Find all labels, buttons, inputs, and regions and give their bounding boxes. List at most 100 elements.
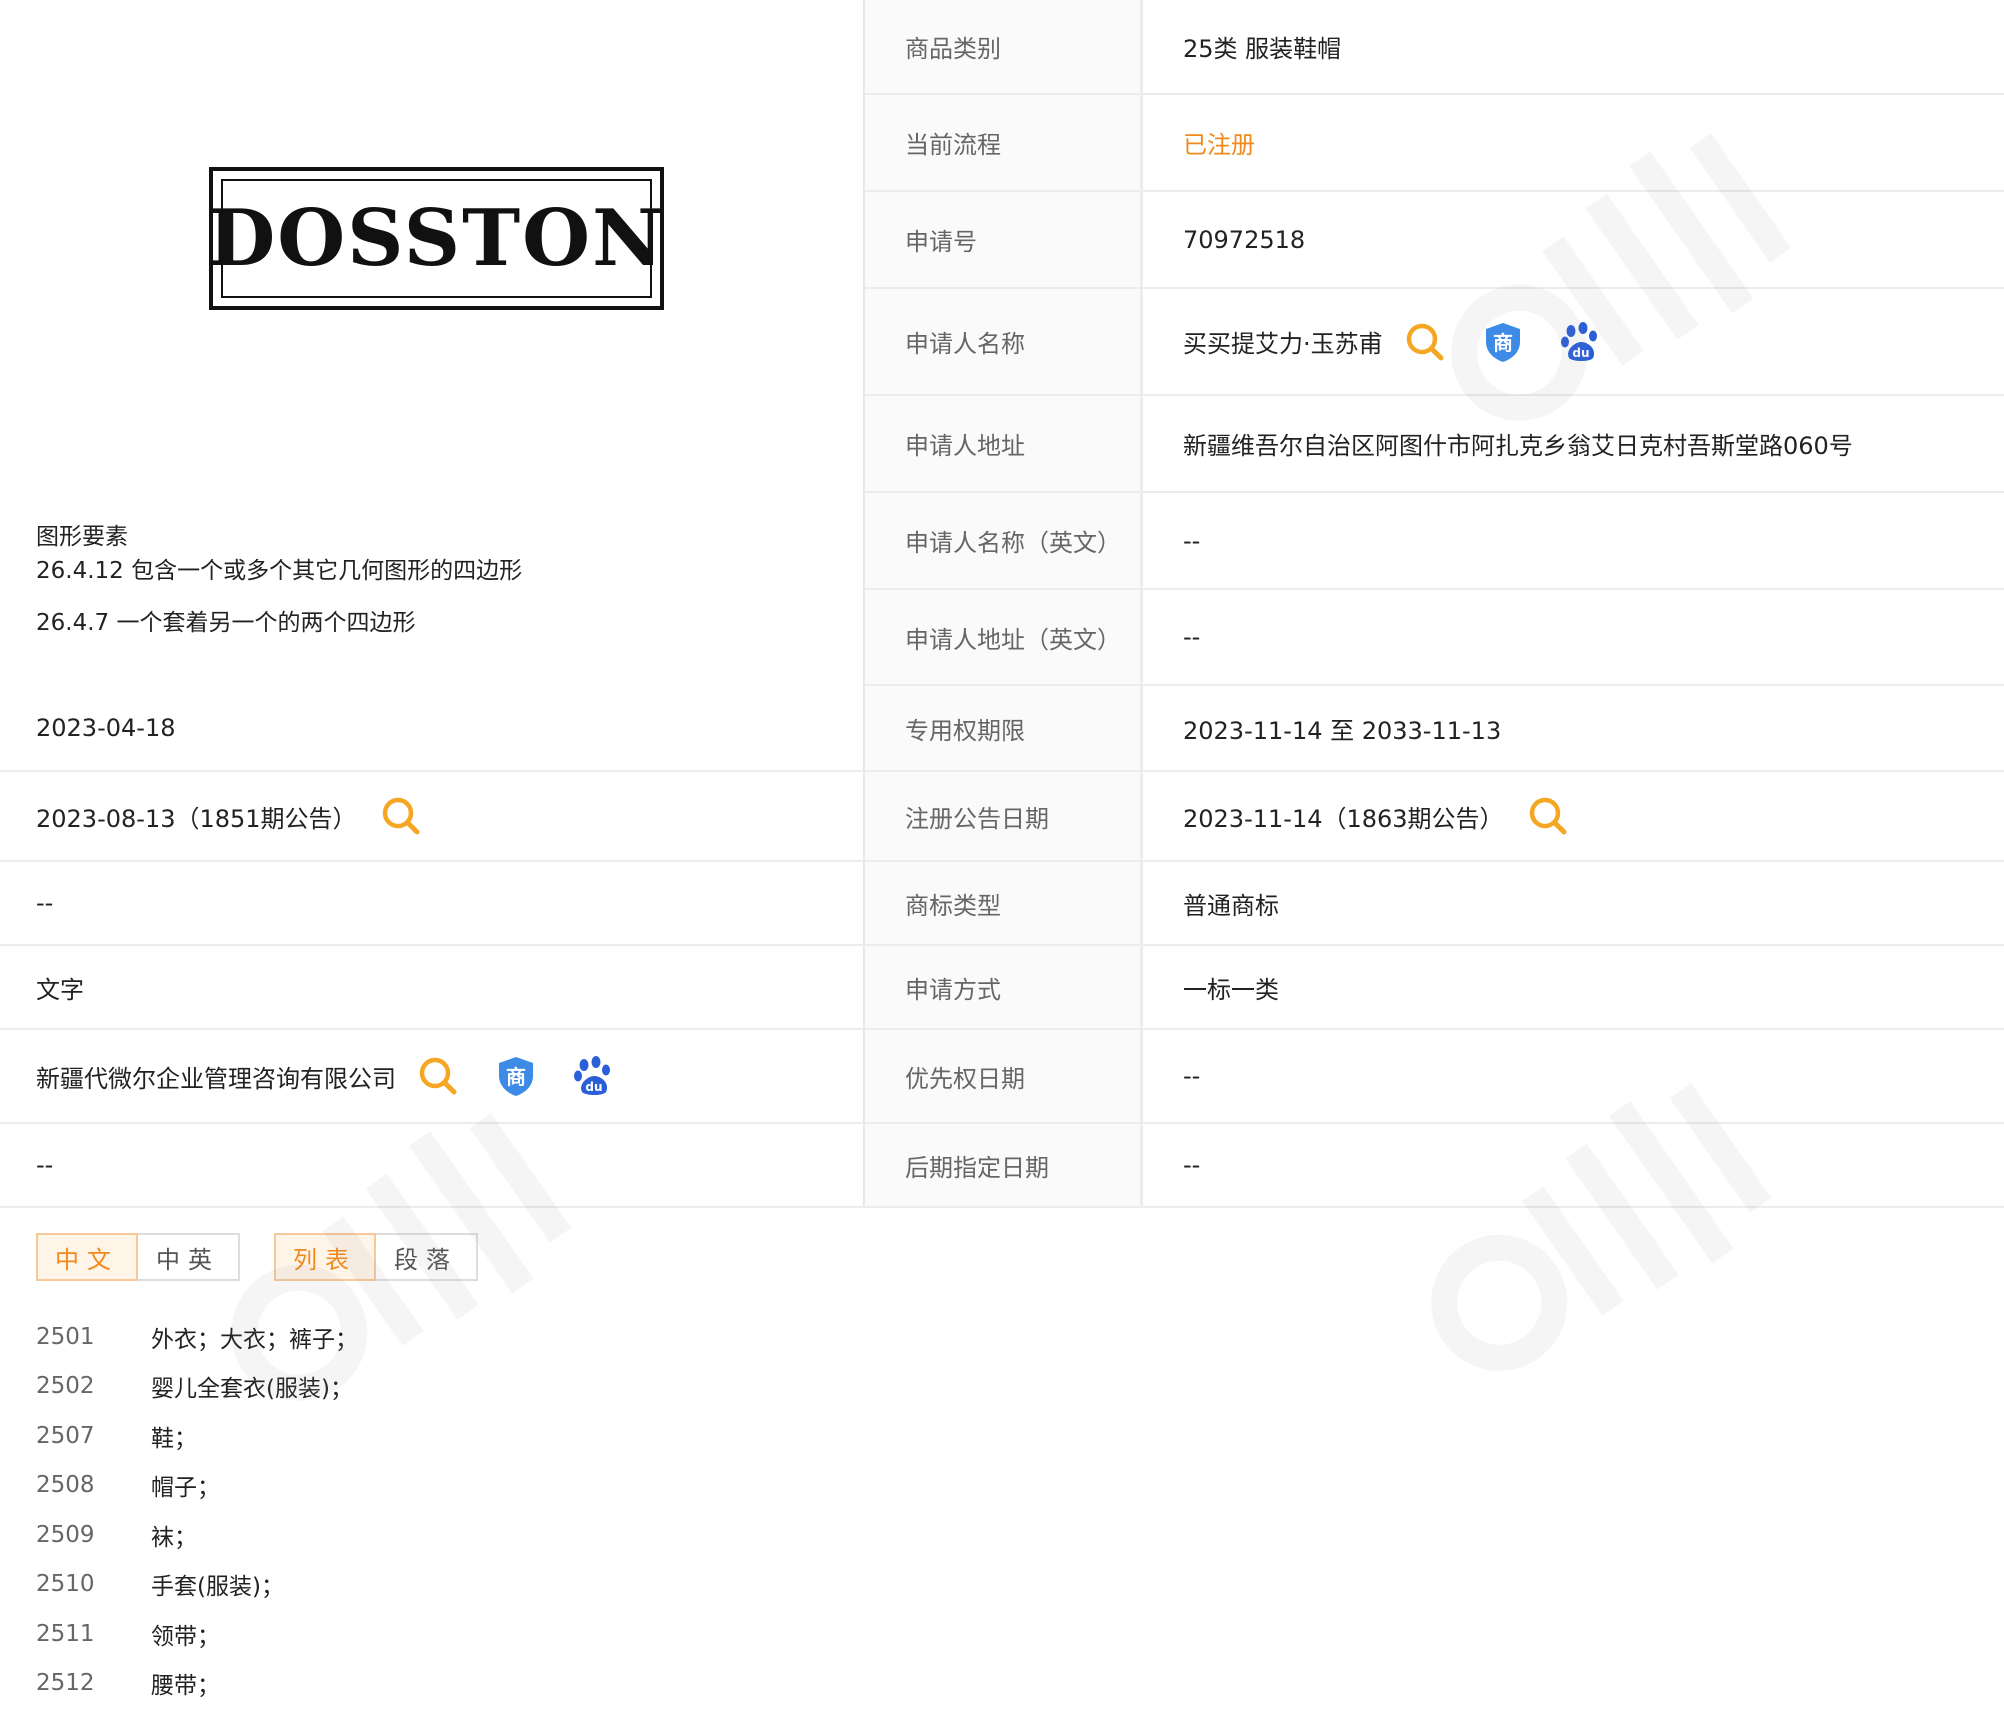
info-value: 25类 服装鞋帽	[1183, 35, 1342, 63]
info-value: --	[1183, 526, 1201, 555]
info-row-application-number: 申请号 70972518	[865, 192, 2004, 289]
applicant-name: 买买提艾力·玉苏甫	[1183, 330, 1383, 358]
goods-code: 2508	[36, 1472, 95, 1499]
info-value: 普通商标	[1183, 891, 1279, 920]
search-icon[interactable]	[416, 1054, 460, 1098]
shang-badge-icon[interactable]: 商	[1481, 320, 1525, 364]
info-label: 申请方式	[865, 946, 1143, 1028]
status-badge: 已注册	[1183, 131, 1255, 159]
info-row-applicant-name: 申请人名称 买买提艾力·玉苏甫 商 du	[865, 289, 2004, 396]
info-label: 申请人名称（英文）	[865, 493, 1143, 588]
svg-text:商: 商	[506, 1065, 526, 1089]
list-item: 2509 袜；	[36, 1510, 358, 1560]
info-label: 当前流程	[865, 95, 1143, 190]
info-value: 2023-11-14 至 2033-11-13	[1183, 716, 1502, 745]
trademark-form-row: 文字	[0, 946, 865, 1030]
agency-row: 新疆代微尔企业管理咨询有限公司 商 du	[0, 1030, 865, 1124]
info-value: 新疆维吾尔自治区阿图什市阿扎克乡翁艾日克村吾斯堂路060号	[1183, 432, 1853, 460]
trademark-form-value: 文字	[36, 975, 84, 1004]
svg-text:商: 商	[1493, 331, 1513, 355]
info-label: 专用权期限	[865, 686, 1143, 770]
goods-name: 袜；	[151, 1524, 197, 1551]
info-label: 申请人名称	[865, 289, 1143, 394]
trademark-image-panel: DOSSTON 图形要素 26.4.12 包含一个或多个其它几何图形的四边形 2…	[0, 0, 865, 686]
figure-element-item: 26.4.7 一个套着另一个的两个四边形	[36, 610, 416, 636]
info-row-status: 当前流程 已注册	[865, 95, 2004, 192]
goods-code: 2510	[36, 1571, 95, 1598]
info-row-applicant-address-en: 申请人地址（英文） --	[865, 590, 2004, 686]
figure-elements-title: 图形要素	[36, 524, 128, 550]
application-date-row: 2023-04-18	[0, 686, 865, 772]
info-value: --	[1183, 1151, 1201, 1179]
goods-name: 外衣；大衣；裤子；	[151, 1326, 358, 1353]
left-row-3: --	[0, 862, 865, 946]
toggle-chinese-english[interactable]: 中英	[138, 1233, 240, 1281]
info-row-priority-date: 优先权日期 --	[865, 1030, 2004, 1124]
info-row-registration-announcement: 注册公告日期 2023-11-14（1863期公告）	[865, 772, 2004, 862]
shang-badge-icon[interactable]: 商	[494, 1054, 538, 1098]
info-label: 商标类型	[865, 862, 1143, 944]
info-label: 申请号	[865, 192, 1143, 287]
info-label: 申请人地址	[865, 396, 1143, 491]
list-item: 2501 外衣；大衣；裤子；	[36, 1312, 358, 1362]
list-item: 2512 腰带；	[36, 1659, 358, 1709]
info-value: 买买提艾力·玉苏甫 商 du	[1143, 320, 1603, 364]
info-row-application-method: 申请方式 一标一类	[865, 946, 2004, 1030]
goods-name: 腰带；	[151, 1673, 220, 1700]
list-item: 2507 鞋；	[36, 1411, 358, 1461]
info-label: 后期指定日期	[865, 1124, 1143, 1206]
view-toggle-group: 列表 段落	[274, 1233, 478, 1281]
info-value: 70972518	[1183, 225, 1306, 254]
toggle-paragraph[interactable]: 段落	[376, 1233, 478, 1281]
svg-text:du: du	[585, 1080, 602, 1094]
goods-toggles: 中文 中英 列表 段落	[36, 1233, 478, 1281]
info-value: --	[1183, 1062, 1201, 1090]
preliminary-announcement-row: 2023-08-13（1851期公告）	[0, 772, 865, 862]
svg-text:du: du	[1572, 346, 1589, 360]
language-toggle-group: 中文 中英	[36, 1233, 240, 1281]
figure-element-item: 26.4.12 包含一个或多个其它几何图形的四边形	[36, 558, 523, 584]
list-item: 2508 帽子；	[36, 1461, 358, 1511]
search-icon[interactable]	[379, 794, 423, 838]
goods-code: 2501	[36, 1323, 95, 1350]
list-item: 2510 手套(服装)；	[36, 1560, 358, 1610]
info-value: 2023-11-14（1863期公告）	[1143, 794, 1570, 838]
goods-name: 领带；	[151, 1623, 220, 1650]
info-label: 申请人地址（英文）	[865, 590, 1143, 684]
info-label: 商品类别	[865, 0, 1143, 93]
list-item: 2511 领带；	[36, 1609, 358, 1659]
trademark-logo: DOSSTON	[208, 167, 664, 310]
goods-code: 2512	[36, 1670, 95, 1697]
info-row-applicant-name-en: 申请人名称（英文） --	[865, 493, 2004, 590]
agency-name: 新疆代微尔企业管理咨询有限公司	[36, 1064, 396, 1093]
figure-elements: 图形要素 26.4.12 包含一个或多个其它几何图形的四边形 26.4.7 一个…	[36, 520, 522, 640]
baidu-paw-icon[interactable]: du	[572, 1054, 616, 1098]
info-row-trademark-type: 商标类型 普通商标	[865, 862, 2004, 946]
registration-announcement-value: 2023-11-14（1863期公告）	[1183, 804, 1504, 833]
info-value: 一标一类	[1183, 975, 1279, 1004]
goods-code: 2507	[36, 1422, 95, 1449]
left-row-3-value: --	[36, 889, 54, 917]
list-item: 2502 婴儿全套衣(服装)；	[36, 1362, 358, 1412]
toggle-list[interactable]: 列表	[274, 1233, 376, 1281]
toggle-chinese[interactable]: 中文	[36, 1233, 138, 1281]
info-label: 注册公告日期	[865, 772, 1143, 860]
baidu-paw-icon[interactable]: du	[1559, 320, 1603, 364]
info-value: --	[1183, 623, 1201, 651]
search-icon[interactable]	[1526, 794, 1570, 838]
goods-code: 2502	[36, 1373, 95, 1400]
preliminary-announcement-value: 2023-08-13（1851期公告）	[36, 804, 357, 833]
info-row-category: 商品类别 25类 服装鞋帽	[865, 0, 2004, 95]
goods-code: 2511	[36, 1620, 95, 1647]
goods-list: 2501 外衣；大衣；裤子； 2502 婴儿全套衣(服装)； 2507 鞋； 2508…	[36, 1312, 358, 1708]
goods-name: 婴儿全套衣(服装)；	[151, 1376, 353, 1403]
search-icon[interactable]	[1403, 320, 1447, 364]
trademark-logo-text: DOSSTON	[208, 179, 663, 298]
goods-name: 帽子；	[151, 1475, 220, 1502]
info-row-later-designation-date: 后期指定日期 --	[865, 1124, 2004, 1208]
info-label: 优先权日期	[865, 1030, 1143, 1122]
left-row-6-value: --	[36, 1151, 54, 1179]
info-row-exclusive-period: 专用权期限 2023-11-14 至 2033-11-13	[865, 686, 2004, 772]
trademark-detail-page: DOSSTON 图形要素 26.4.12 包含一个或多个其它几何图形的四边形 2…	[0, 0, 2004, 1714]
application-date-value: 2023-04-18	[36, 714, 176, 742]
